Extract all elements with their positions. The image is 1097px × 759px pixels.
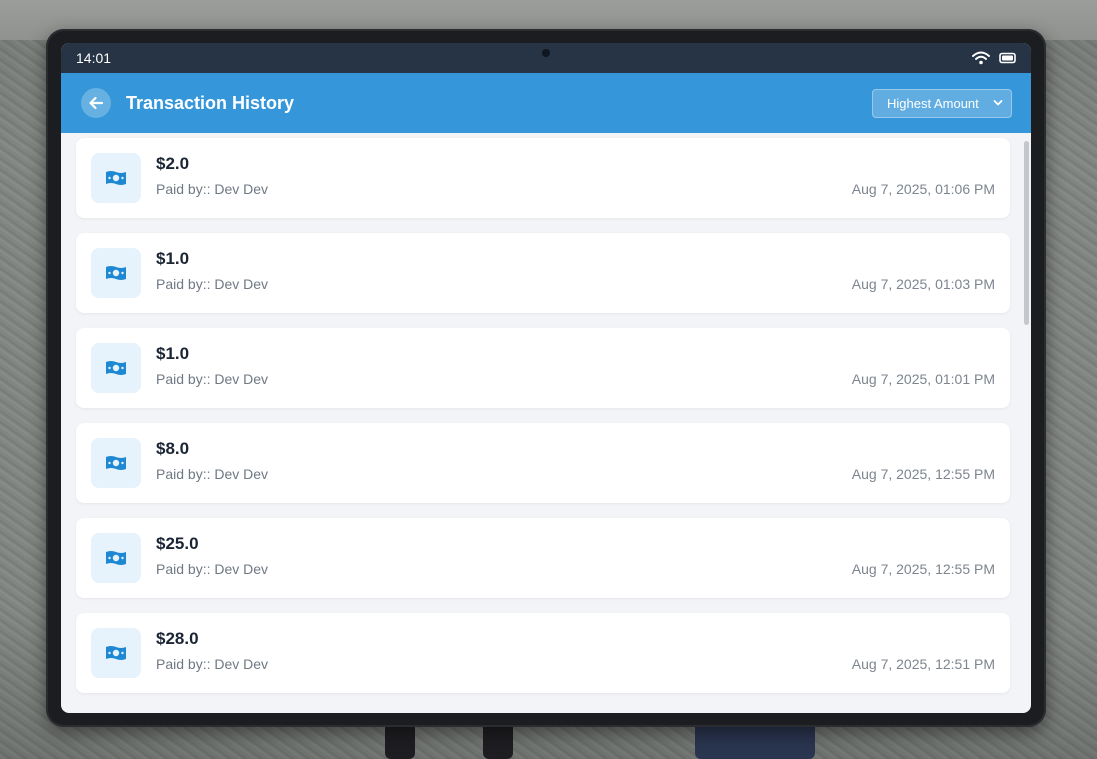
background-shoe-right <box>483 722 513 759</box>
transaction-icon-wrapper <box>91 628 141 678</box>
transaction-card[interactable]: $28.0 Paid by:: Dev Dev Aug 7, 2025, 12:… <box>76 613 1010 693</box>
transaction-amount: $2.0 <box>156 154 190 173</box>
money-bill-icon <box>106 456 126 470</box>
battery-icon <box>999 52 1016 64</box>
transaction-date: Aug 7, 2025, 12:51 PM <box>851 656 995 672</box>
transaction-amount: $8.0 <box>156 439 190 458</box>
transaction-card[interactable]: $2.0 Paid by:: Dev Dev Aug 7, 2025, 01:0… <box>76 138 1010 218</box>
transaction-card[interactable]: $1.0 Paid by:: Dev Dev Aug 7, 2025, 01:0… <box>76 233 1010 313</box>
transaction-payer: Paid by:: Dev Dev <box>156 656 269 672</box>
app-header: Transaction History Highest Amount <box>61 73 1031 133</box>
transaction-payer: Paid by:: Dev Dev <box>156 371 269 387</box>
money-bill-icon <box>106 646 126 660</box>
money-bill-icon <box>106 361 126 375</box>
transaction-amount: $1.0 <box>156 344 190 363</box>
back-button[interactable] <box>81 88 111 118</box>
transaction-date: Aug 7, 2025, 12:55 PM <box>851 466 995 482</box>
transaction-date: Aug 7, 2025, 01:06 PM <box>851 181 995 197</box>
transaction-card[interactable]: $25.0 Paid by:: Dev Dev Aug 7, 2025, 12:… <box>76 518 1010 598</box>
transaction-payer: Paid by:: Dev Dev <box>156 276 269 292</box>
transaction-payer: Paid by:: Dev Dev <box>156 181 269 197</box>
transaction-amount: $28.0 <box>156 629 199 648</box>
transaction-icon-wrapper <box>91 248 141 298</box>
transaction-amount: $25.0 <box>156 534 199 553</box>
front-camera <box>542 49 550 57</box>
money-bill-icon <box>106 171 126 185</box>
wifi-icon <box>972 51 990 65</box>
status-time: 14:01 <box>76 50 112 66</box>
tablet-screen: 14:01 Transaction History Highest Amount <box>61 43 1031 713</box>
money-bill-icon <box>106 266 126 280</box>
arrow-left-icon <box>89 96 104 110</box>
transaction-card[interactable]: $8.0 Paid by:: Dev Dev Aug 7, 2025, 12:5… <box>76 423 1010 503</box>
page-title: Transaction History <box>126 92 295 113</box>
transaction-date: Aug 7, 2025, 01:01 PM <box>851 371 995 387</box>
transaction-list[interactable]: $2.0 Paid by:: Dev Dev Aug 7, 2025, 01:0… <box>61 133 1031 713</box>
transaction-icon-wrapper <box>91 343 141 393</box>
transaction-payer: Paid by:: Dev Dev <box>156 466 269 482</box>
status-icons <box>972 51 1017 65</box>
transaction-icon-wrapper <box>91 153 141 203</box>
money-bill-icon <box>106 551 126 565</box>
background-legs <box>695 722 815 759</box>
scrollbar[interactable] <box>1024 141 1029 325</box>
status-bar: 14:01 <box>61 43 1031 73</box>
background-shoe-left <box>385 722 415 759</box>
transaction-date: Aug 7, 2025, 12:55 PM <box>851 561 995 577</box>
chevron-down-icon <box>993 100 1003 106</box>
transaction-date: Aug 7, 2025, 01:03 PM <box>851 276 995 292</box>
transaction-icon-wrapper <box>91 533 141 583</box>
sort-select-value: Highest Amount <box>887 95 979 111</box>
transaction-icon-wrapper <box>91 438 141 488</box>
transaction-card[interactable]: $1.0 Paid by:: Dev Dev Aug 7, 2025, 01:0… <box>76 328 1010 408</box>
sort-select[interactable]: Highest Amount <box>872 88 1012 118</box>
transaction-amount: $1.0 <box>156 249 190 268</box>
transaction-payer: Paid by:: Dev Dev <box>156 561 269 577</box>
